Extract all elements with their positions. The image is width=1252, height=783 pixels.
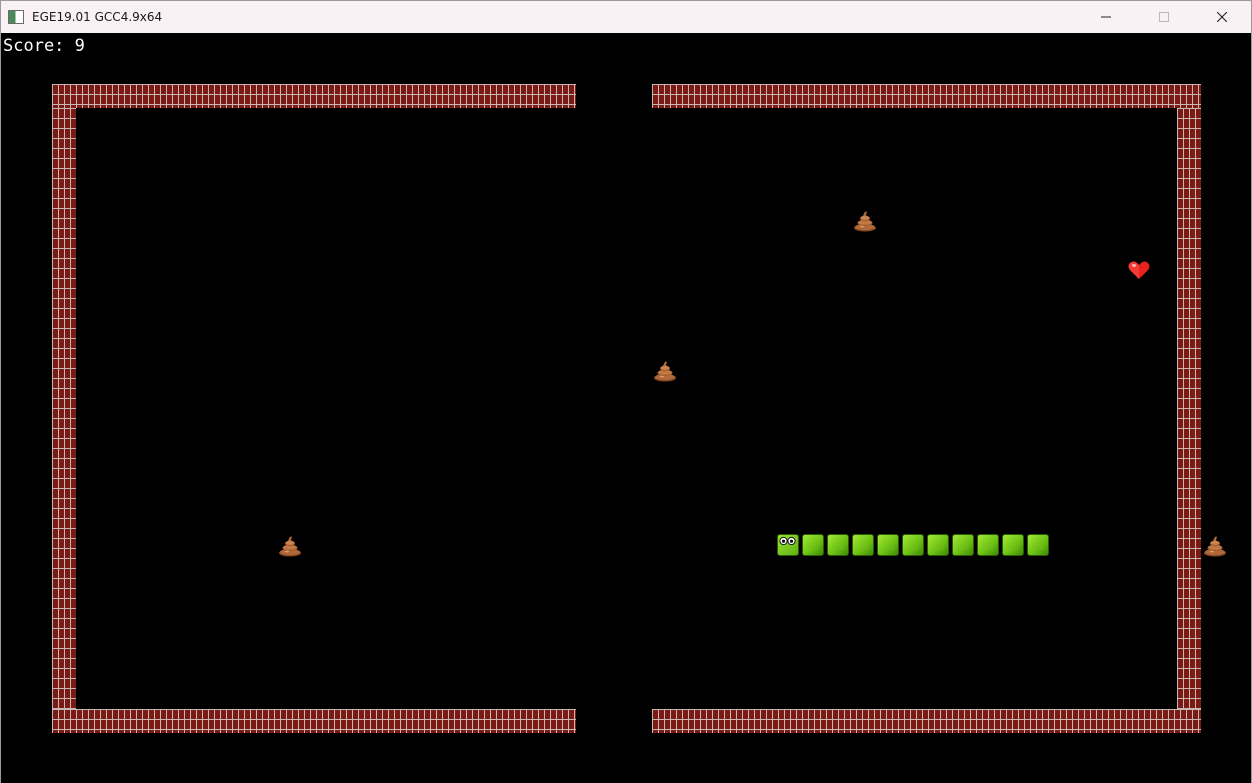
window-controls	[1077, 1, 1251, 33]
game-canvas[interactable]: Score: 9	[1, 33, 1251, 783]
snake-head	[777, 534, 799, 556]
title-bar[interactable]: EGE19.01 GCC4.9x64	[1, 1, 1251, 33]
snake-segment	[977, 534, 999, 556]
poop-icon	[1204, 536, 1226, 557]
poop-icon	[279, 536, 301, 557]
snake-segment	[877, 534, 899, 556]
wall-right	[1177, 108, 1201, 709]
snake-segment	[902, 534, 924, 556]
window-title: EGE19.01 GCC4.9x64	[32, 10, 163, 24]
wall-top-right	[652, 84, 1201, 108]
wall-top-left	[52, 84, 576, 108]
snake-segment	[1002, 534, 1024, 556]
minimize-button[interactable]	[1077, 1, 1135, 33]
app-icon	[8, 10, 24, 24]
wall-bottom-right	[652, 709, 1201, 733]
wall-bottom-left	[52, 709, 576, 733]
minimize-icon	[1101, 16, 1111, 18]
close-button[interactable]	[1193, 1, 1251, 33]
close-icon	[1217, 12, 1227, 22]
snake-segment	[952, 534, 974, 556]
snake-eyes-icon	[779, 536, 796, 546]
poop-icon	[854, 211, 876, 232]
poop-icon	[654, 361, 676, 382]
snake-segment	[802, 534, 824, 556]
snake-segment	[827, 534, 849, 556]
snake-segment	[852, 534, 874, 556]
score-label: Score:	[3, 36, 65, 56]
score-value: 9	[74, 36, 85, 56]
wall-left	[52, 108, 76, 709]
maximize-icon	[1159, 12, 1169, 22]
maximize-button[interactable]	[1135, 1, 1193, 33]
score-display: Score: 9	[3, 36, 85, 56]
heart-icon	[1128, 261, 1150, 279]
snake-segment	[1027, 534, 1049, 556]
game-window: EGE19.01 GCC4.9x64 Score: 9	[0, 0, 1252, 783]
snake-segment	[927, 534, 949, 556]
